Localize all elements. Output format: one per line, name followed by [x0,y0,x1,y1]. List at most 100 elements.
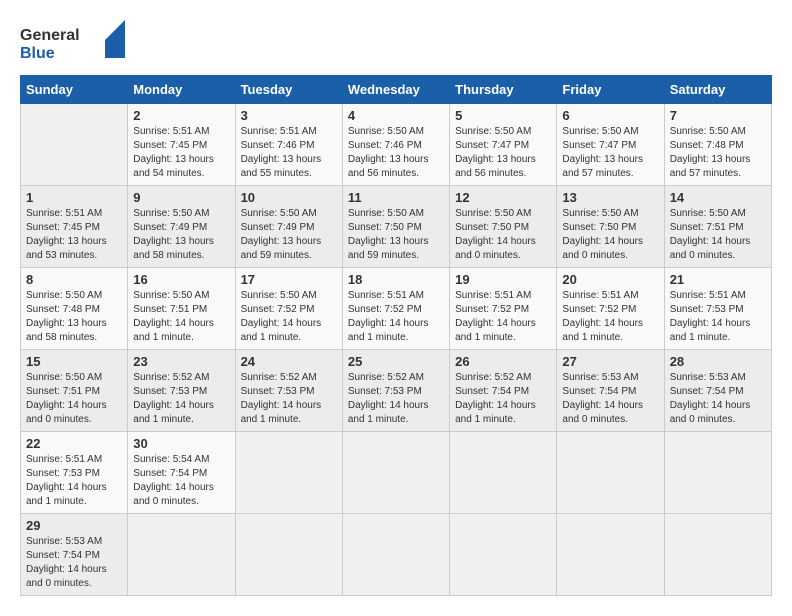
col-header-friday: Friday [557,76,664,104]
day-number: 26 [455,354,551,369]
day-info: Sunrise: 5:50 AM Sunset: 7:48 PM Dayligh… [26,289,122,345]
calendar-cell: 29 Sunrise: 5:53 AM Sunset: 7:54 PM Dayli… [21,514,128,596]
day-info: Sunrise: 5:53 AM Sunset: 7:54 PM Dayligh… [562,371,658,427]
calendar-cell: 26 Sunrise: 5:52 AM Sunset: 7:54 PM Dayli… [450,350,557,432]
calendar-cell [664,432,771,514]
day-info: Sunrise: 5:53 AM Sunset: 7:54 PM Dayligh… [26,535,122,591]
day-info: Sunrise: 5:52 AM Sunset: 7:53 PM Dayligh… [133,371,229,427]
calendar-cell: 6Sunrise: 5:50 AM Sunset: 7:47 PM Daylig… [557,104,664,186]
calendar-cell: 12 Sunrise: 5:50 AM Sunset: 7:50 PM Dayli… [450,186,557,268]
day-number: 3 [241,108,337,123]
day-number: 18 [348,272,444,287]
day-number: 23 [133,354,229,369]
day-info: Sunrise: 5:52 AM Sunset: 7:53 PM Dayligh… [241,371,337,427]
calendar-cell [557,432,664,514]
calendar-cell: 2Sunrise: 5:51 AM Sunset: 7:45 PM Daylig… [128,104,235,186]
day-info: Sunrise: 5:53 AM Sunset: 7:54 PM Dayligh… [670,371,766,427]
day-number: 9 [133,190,229,205]
day-number: 21 [670,272,766,287]
day-info: Sunrise: 5:50 AM Sunset: 7:51 PM Dayligh… [670,207,766,263]
col-header-tuesday: Tuesday [235,76,342,104]
calendar-cell [128,514,235,596]
day-info: Sunrise: 5:51 AM Sunset: 7:53 PM Dayligh… [670,289,766,345]
svg-text:Blue: Blue [20,45,55,62]
calendar-cell: 19Sunrise: 5:51 AM Sunset: 7:52 PM Dayli… [450,268,557,350]
calendar-cell [342,432,449,514]
calendar-cell: 13 Sunrise: 5:50 AM Sunset: 7:50 PM Dayli… [557,186,664,268]
day-number: 30 [133,436,229,451]
calendar-cell: 15Sunrise: 5:50 AM Sunset: 7:51 PM Dayli… [21,350,128,432]
day-info: Sunrise: 5:52 AM Sunset: 7:53 PM Dayligh… [348,371,444,427]
day-number: 12 [455,190,551,205]
calendar-cell: 8Sunrise: 5:50 AM Sunset: 7:48 PM Daylig… [21,268,128,350]
col-header-monday: Monday [128,76,235,104]
day-info: Sunrise: 5:50 AM Sunset: 7:49 PM Dayligh… [133,207,229,263]
calendar-cell [450,432,557,514]
day-info: Sunrise: 5:51 AM Sunset: 7:53 PM Dayligh… [26,453,122,509]
calendar-cell: 1Sunrise: 5:51 AM Sunset: 7:45 PM Daylig… [21,186,128,268]
col-header-saturday: Saturday [664,76,771,104]
calendar-cell: 14Sunrise: 5:50 AM Sunset: 7:51 PM Dayli… [664,186,771,268]
day-info: Sunrise: 5:50 AM Sunset: 7:51 PM Dayligh… [133,289,229,345]
day-number: 20 [562,272,658,287]
calendar-cell [235,432,342,514]
day-info: Sunrise: 5:50 AM Sunset: 7:50 PM Dayligh… [562,207,658,263]
day-number: 29 [26,518,122,533]
calendar-cell: 17 Sunrise: 5:50 AM Sunset: 7:52 PM Dayli… [235,268,342,350]
calendar-cell: 7Sunrise: 5:50 AM Sunset: 7:48 PM Daylig… [664,104,771,186]
calendar-table: SundayMondayTuesdayWednesdayThursdayFrid… [20,75,772,596]
calendar-cell: 5Sunrise: 5:50 AM Sunset: 7:47 PM Daylig… [450,104,557,186]
day-info: Sunrise: 5:50 AM Sunset: 7:47 PM Dayligh… [562,125,658,181]
col-header-sunday: Sunday [21,76,128,104]
calendar-cell: 20Sunrise: 5:51 AM Sunset: 7:52 PM Dayli… [557,268,664,350]
day-number: 11 [348,190,444,205]
calendar-cell [342,514,449,596]
calendar-cell [664,514,771,596]
day-number: 24 [241,354,337,369]
day-number: 1 [26,190,122,205]
day-info: Sunrise: 5:51 AM Sunset: 7:52 PM Dayligh… [348,289,444,345]
day-info: Sunrise: 5:50 AM Sunset: 7:46 PM Dayligh… [348,125,444,181]
day-info: Sunrise: 5:52 AM Sunset: 7:54 PM Dayligh… [455,371,551,427]
day-info: Sunrise: 5:50 AM Sunset: 7:50 PM Dayligh… [455,207,551,263]
day-info: Sunrise: 5:50 AM Sunset: 7:48 PM Dayligh… [670,125,766,181]
calendar-cell: 27 Sunrise: 5:53 AM Sunset: 7:54 PM Dayli… [557,350,664,432]
calendar-week-row: 22Sunrise: 5:51 AM Sunset: 7:53 PM Dayli… [21,432,772,514]
calendar-cell: 18 Sunrise: 5:51 AM Sunset: 7:52 PM Dayli… [342,268,449,350]
day-number: 2 [133,108,229,123]
calendar-cell: 25 Sunrise: 5:52 AM Sunset: 7:53 PM Dayli… [342,350,449,432]
day-info: Sunrise: 5:50 AM Sunset: 7:50 PM Dayligh… [348,207,444,263]
day-number: 4 [348,108,444,123]
calendar-cell: 10 Sunrise: 5:50 AM Sunset: 7:49 PM Dayli… [235,186,342,268]
calendar-cell: 9 Sunrise: 5:50 AM Sunset: 7:49 PM Daylig… [128,186,235,268]
day-number: 15 [26,354,122,369]
day-info: Sunrise: 5:54 AM Sunset: 7:54 PM Dayligh… [133,453,229,509]
day-info: Sunrise: 5:50 AM Sunset: 7:49 PM Dayligh… [241,207,337,263]
page-header: GeneralBlue [20,20,772,65]
day-number: 13 [562,190,658,205]
day-info: Sunrise: 5:51 AM Sunset: 7:46 PM Dayligh… [241,125,337,181]
calendar-cell: 22Sunrise: 5:51 AM Sunset: 7:53 PM Dayli… [21,432,128,514]
calendar-cell [235,514,342,596]
calendar-cell: 21 Sunrise: 5:51 AM Sunset: 7:53 PM Dayli… [664,268,771,350]
day-number: 28 [670,354,766,369]
calendar-cell: 4 Sunrise: 5:50 AM Sunset: 7:46 PM Daylig… [342,104,449,186]
calendar-cell [450,514,557,596]
calendar-week-row: 2Sunrise: 5:51 AM Sunset: 7:45 PM Daylig… [21,104,772,186]
calendar-cell: 16Sunrise: 5:50 AM Sunset: 7:51 PM Dayli… [128,268,235,350]
day-number: 19 [455,272,551,287]
calendar-week-row: 1Sunrise: 5:51 AM Sunset: 7:45 PM Daylig… [21,186,772,268]
calendar-cell: 28 Sunrise: 5:53 AM Sunset: 7:54 PM Dayli… [664,350,771,432]
calendar-week-row: 8Sunrise: 5:50 AM Sunset: 7:48 PM Daylig… [21,268,772,350]
day-number: 17 [241,272,337,287]
day-number: 10 [241,190,337,205]
day-info: Sunrise: 5:50 AM Sunset: 7:47 PM Dayligh… [455,125,551,181]
logo: GeneralBlue [20,20,140,65]
calendar-cell: 24 Sunrise: 5:52 AM Sunset: 7:53 PM Dayli… [235,350,342,432]
day-info: Sunrise: 5:50 AM Sunset: 7:52 PM Dayligh… [241,289,337,345]
calendar-header-row: SundayMondayTuesdayWednesdayThursdayFrid… [21,76,772,104]
calendar-cell: 11 Sunrise: 5:50 AM Sunset: 7:50 PM Dayli… [342,186,449,268]
day-number: 25 [348,354,444,369]
calendar-cell [557,514,664,596]
day-number: 27 [562,354,658,369]
